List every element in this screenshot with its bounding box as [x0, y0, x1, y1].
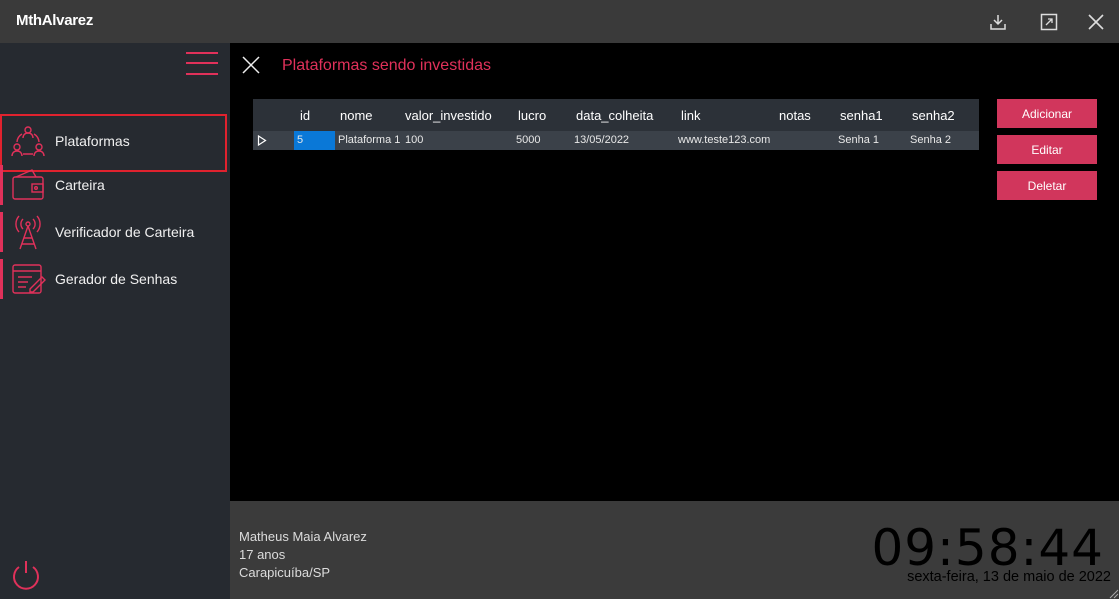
column-header[interactable]: lucro: [518, 108, 546, 123]
sidebar-item-carteira[interactable]: Carteira: [0, 163, 230, 207]
clock-date: sexta-feira, 13 de maio de 2022: [907, 569, 1111, 585]
sidebar-item-gerador-senhas[interactable]: Gerador de Senhas: [0, 257, 230, 301]
app-title: MthAlvarez: [16, 12, 94, 29]
table-cell[interactable]: Senha 2: [910, 134, 951, 146]
row-pointer-icon: [257, 135, 267, 146]
table-cell[interactable]: Senha 1: [838, 134, 879, 146]
sidebar-accent-bar: [0, 259, 3, 299]
user-location: Carapicuíba/SP: [239, 565, 331, 580]
edit-button[interactable]: Editar: [997, 135, 1097, 164]
main-panel: Plataformas sendo investidas id nome val…: [230, 43, 1119, 501]
column-header[interactable]: link: [681, 108, 701, 123]
user-name: Matheus Maia Alvarez: [239, 529, 367, 544]
delete-button[interactable]: Deletar: [997, 171, 1097, 200]
antenna-tower-icon: [10, 214, 46, 250]
column-header[interactable]: id: [300, 108, 310, 123]
resize-grip-icon[interactable]: [1107, 587, 1119, 599]
table-cell[interactable]: 13/05/2022: [574, 134, 629, 146]
table-cell[interactable]: www.teste123.com: [678, 134, 770, 146]
sidebar-item-verificador[interactable]: Verificador de Carteira: [0, 210, 230, 254]
sidebar-accent-bar: [0, 165, 3, 205]
sidebar-item-label: Carteira: [55, 177, 105, 193]
hamburger-menu-icon[interactable]: [186, 52, 218, 76]
close-panel-icon[interactable]: [242, 56, 260, 74]
footer: Matheus Maia Alvarez 17 anos Carapicuíba…: [230, 501, 1119, 599]
close-icon[interactable]: [1083, 9, 1109, 35]
table-cell[interactable]: Plataforma 1: [338, 134, 400, 146]
column-header[interactable]: data_colheita: [576, 108, 653, 123]
form-pencil-icon: [10, 261, 46, 297]
sidebar-item-label: Gerador de Senhas: [55, 271, 178, 287]
people-network-icon: [10, 124, 46, 160]
table-cell[interactable]: 5: [297, 134, 303, 146]
title-bar: MthAlvarez: [0, 0, 1119, 43]
sidebar-accent-bar: [0, 212, 3, 252]
maximize-icon[interactable]: [1036, 9, 1062, 35]
wallet-icon: [10, 167, 46, 203]
table-cell[interactable]: 100: [405, 134, 423, 146]
column-header[interactable]: nome: [340, 108, 373, 123]
column-header[interactable]: valor_investido: [405, 108, 492, 123]
table-header: id nome valor_investido lucro data_colhe…: [253, 99, 979, 131]
power-icon[interactable]: [10, 558, 42, 592]
sidebar-item-label: Plataformas: [55, 133, 130, 149]
column-header[interactable]: senha2: [912, 108, 955, 123]
sidebar-item-label: Verificador de Carteira: [55, 224, 195, 240]
column-header[interactable]: senha1: [840, 108, 883, 123]
page-title: Plataformas sendo investidas: [282, 57, 491, 74]
table-row[interactable]: 5 Plataforma 1 100 5000 13/05/2022 www.t…: [253, 131, 979, 150]
platforms-table[interactable]: id nome valor_investido lucro data_colhe…: [253, 99, 979, 150]
table-cell[interactable]: 5000: [516, 134, 540, 146]
user-age: 17 anos: [239, 547, 286, 562]
sidebar: Plataformas Carteira Verificador de Cart…: [0, 43, 230, 599]
column-header[interactable]: notas: [779, 108, 811, 123]
add-button[interactable]: Adicionar: [997, 99, 1097, 128]
download-icon[interactable]: [985, 9, 1011, 35]
